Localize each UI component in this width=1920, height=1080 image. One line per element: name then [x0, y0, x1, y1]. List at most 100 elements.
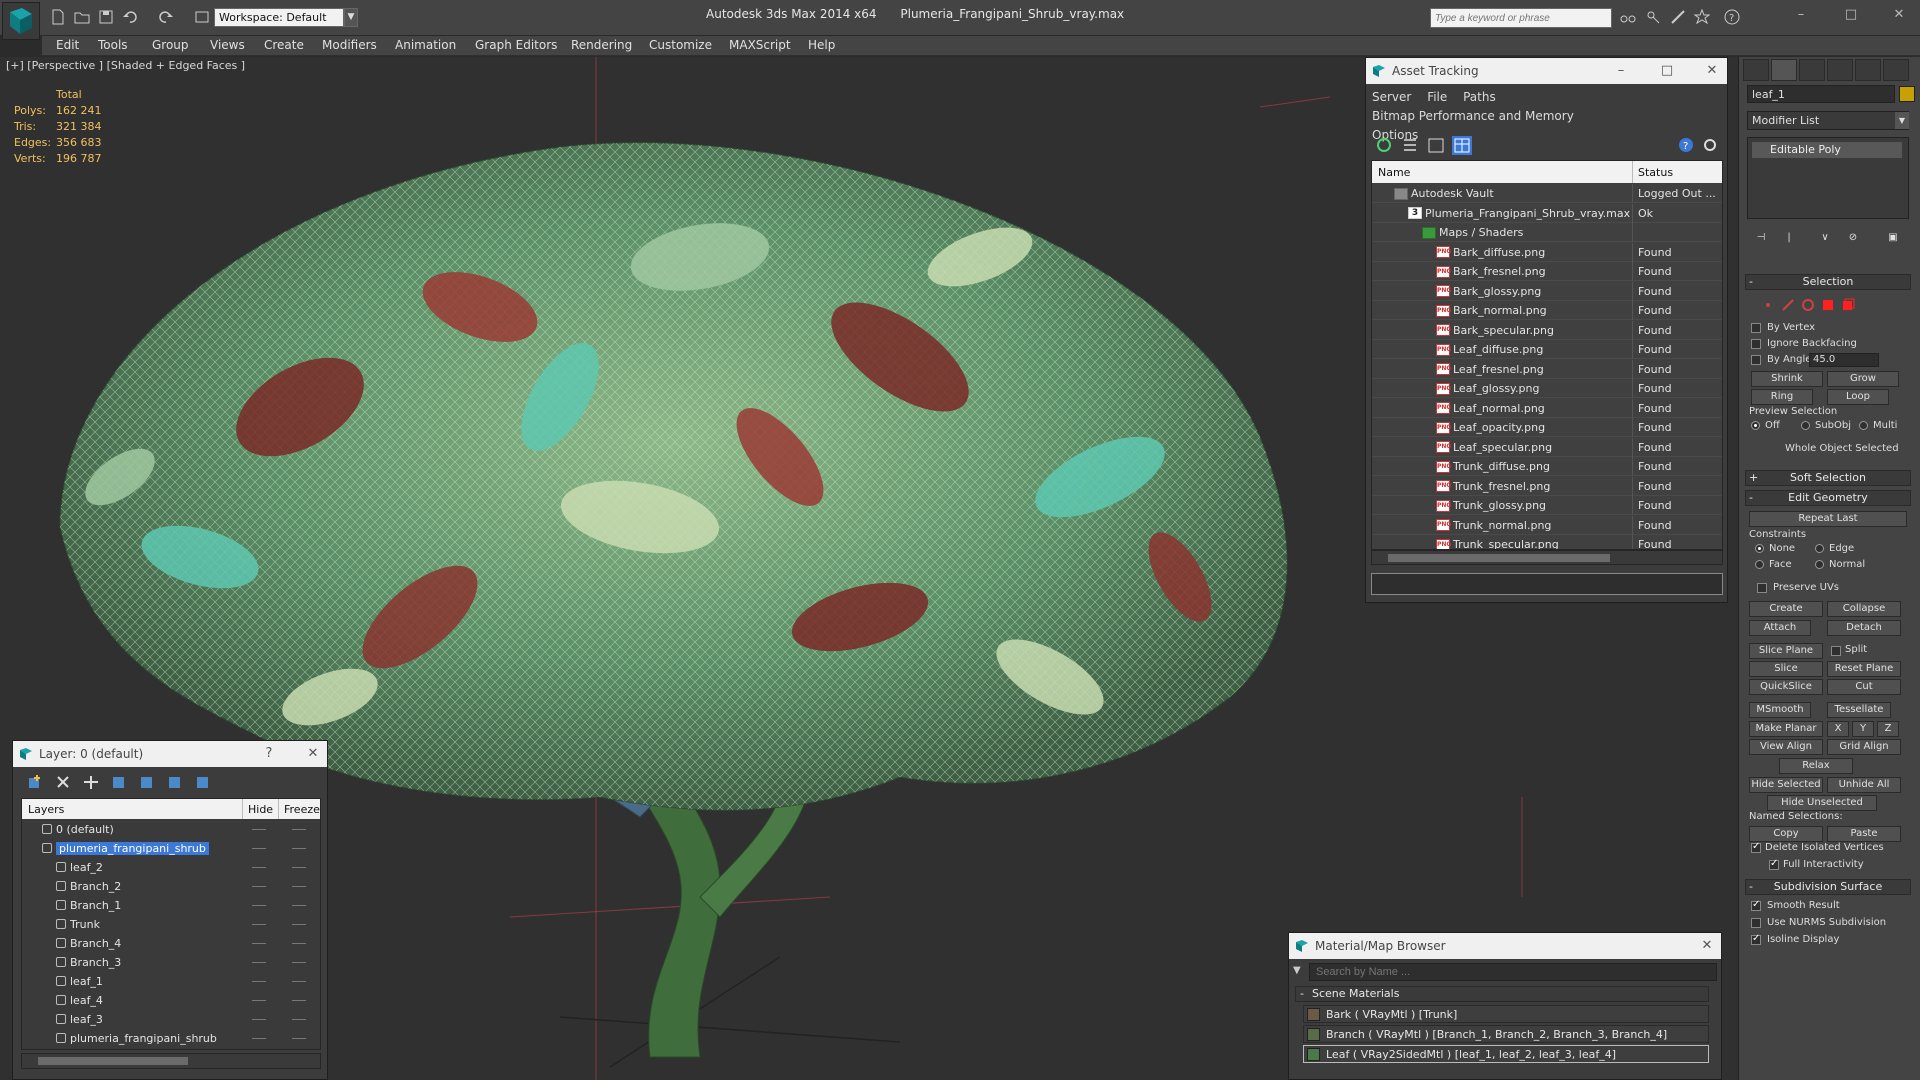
chevron-down-icon[interactable]: ▼ [1293, 965, 1305, 977]
relax-button[interactable]: Relax [1779, 758, 1853, 774]
stack-item-editable-poly[interactable]: Editable Poly [1752, 142, 1902, 158]
asset-row[interactable]: PNG Leaf_opacity.png Found [1372, 418, 1722, 437]
menu-group[interactable]: Group [152, 38, 189, 52]
redo-icon[interactable] [158, 9, 174, 25]
freeze-toggle[interactable] [292, 848, 306, 849]
preview-subobj-radio[interactable] [1801, 421, 1810, 430]
asset-menu-server[interactable]: Server [1372, 90, 1411, 104]
reset-plane-button[interactable]: Reset Plane [1827, 661, 1901, 677]
object-row[interactable]: Branch_4 [22, 934, 320, 953]
hide-toggle[interactable] [252, 943, 266, 944]
isoline-display-checkbox[interactable] [1751, 933, 1761, 945]
settings-icon[interactable] [1700, 136, 1720, 155]
chevron-down-icon[interactable]: ▼ [344, 8, 358, 27]
grow-button[interactable]: Grow [1827, 371, 1899, 387]
star-icon[interactable] [1694, 9, 1710, 25]
hide-toggle[interactable] [252, 1019, 266, 1020]
asset-row[interactable]: PNG Trunk_normal.png Found [1372, 515, 1722, 535]
element-mode-icon[interactable] [1841, 298, 1855, 312]
constraint-face-radio[interactable] [1755, 560, 1764, 569]
close-icon[interactable]: ✕ [303, 744, 323, 764]
menu-edit[interactable]: Edit [56, 38, 79, 52]
paste-button[interactable]: Paste [1827, 826, 1901, 842]
show-end-result-icon[interactable]: | [1779, 231, 1799, 245]
asset-row[interactable]: PNG Bark_diffuse.png Found [1372, 242, 1722, 262]
edge-mode-icon[interactable] [1781, 298, 1795, 312]
angle-spinner[interactable]: 45.0 [1809, 353, 1879, 367]
constraint-normal-radio[interactable] [1815, 560, 1824, 569]
menu-maxscript[interactable]: MAXScript [729, 38, 791, 52]
shrink-button[interactable]: Shrink [1751, 371, 1823, 387]
asset-row[interactable]: PNG Leaf_glossy.png Found [1372, 379, 1722, 398]
hide-toggle[interactable] [252, 962, 266, 963]
repeat-last-button[interactable]: Repeat Last [1749, 511, 1907, 527]
soft-selection-rollout[interactable]: + Soft Selection [1745, 470, 1911, 486]
cut-button[interactable]: Cut [1827, 679, 1901, 695]
preview-multi-radio[interactable] [1859, 421, 1868, 430]
material-browser-title-bar[interactable]: Material/Map Browser ✕ [1289, 933, 1721, 959]
open-folder-icon[interactable] [74, 9, 90, 25]
planar-z-button[interactable]: Z [1877, 721, 1899, 737]
object-color-swatch[interactable] [1899, 86, 1915, 102]
close-icon[interactable]: ✕ [1697, 936, 1717, 956]
object-row[interactable]: Trunk [22, 915, 320, 934]
polygon-mode-icon[interactable] [1821, 298, 1835, 312]
asset-row[interactable]: PNG Trunk_diffuse.png Found [1372, 457, 1722, 476]
make-planar-button[interactable]: Make Planar [1749, 721, 1823, 737]
motion-tab-icon[interactable] [1827, 59, 1853, 81]
freeze-toggle[interactable] [292, 924, 306, 925]
asset-row[interactable]: PNG Leaf_diffuse.png Found [1372, 340, 1722, 359]
use-nurms-checkbox[interactable] [1751, 918, 1761, 928]
hide-toggle[interactable] [252, 886, 266, 887]
planar-x-button[interactable]: X [1827, 721, 1849, 737]
layer-panel-title-bar[interactable]: Layer: 0 (default) ? ✕ [13, 741, 327, 767]
freeze-toggle[interactable] [292, 1000, 306, 1001]
scrollbar-thumb[interactable] [1388, 554, 1610, 562]
view-align-button[interactable]: View Align [1749, 739, 1823, 755]
asset-row[interactable]: PNG Bark_fresnel.png Found [1372, 262, 1722, 281]
maximize-icon[interactable]: □ [1657, 61, 1677, 81]
material-item[interactable]: Leaf ( VRay2SidedMtl ) [leaf_1, leaf_2, … [1303, 1045, 1709, 1063]
quickslice-button[interactable]: QuickSlice [1749, 679, 1823, 695]
close-icon[interactable]: ✕ [1702, 61, 1722, 81]
asset-tracking-title-bar[interactable]: Asset Tracking – □ ✕ [1366, 58, 1727, 84]
object-row[interactable]: Branch_3 [22, 953, 320, 972]
workspace-select[interactable]: Workspace: Default [214, 8, 344, 27]
app-logo-icon[interactable] [2, 2, 40, 40]
communication-center-icon[interactable] [1670, 9, 1686, 25]
menu-modifiers[interactable]: Modifiers [322, 38, 377, 52]
delete-isolated-checkbox[interactable] [1751, 841, 1761, 853]
material-item[interactable]: Bark ( VRayMtl ) [Trunk] [1303, 1005, 1709, 1023]
menu-animation[interactable]: Animation [395, 38, 456, 52]
object-row[interactable]: leaf_2 [22, 858, 320, 877]
object-name-field[interactable]: leaf_1 [1747, 85, 1895, 103]
by-angle-checkbox[interactable] [1751, 355, 1761, 365]
create-tab-icon[interactable] [1743, 59, 1769, 81]
asset-row[interactable]: PNG Trunk_specular.png Found [1372, 535, 1722, 549]
msmooth-button[interactable]: MSmooth [1749, 702, 1811, 718]
asset-row[interactable]: 3 Plumeria_Frangipani_Shrub_vray.max Ok [1372, 203, 1722, 223]
layer-row[interactable]: 0 (default) [22, 820, 320, 839]
slice-plane-button[interactable]: Slice Plane [1749, 643, 1823, 659]
scrollbar-thumb[interactable] [38, 1057, 188, 1065]
table-view-icon[interactable] [1452, 136, 1472, 155]
create-button[interactable]: Create [1749, 601, 1823, 617]
menu-views[interactable]: Views [210, 38, 245, 52]
column-freeze[interactable]: Freeze [284, 803, 320, 816]
grid-align-button[interactable]: Grid Align [1827, 739, 1901, 755]
binoculars-icon[interactable] [1620, 9, 1636, 25]
hide-toggle[interactable] [252, 829, 266, 830]
chevron-down-icon[interactable]: ▼ [1895, 112, 1909, 129]
hide-toggle[interactable] [252, 981, 266, 982]
hide-toggle[interactable] [252, 848, 266, 849]
asset-row[interactable]: PNG Bark_glossy.png Found [1372, 281, 1722, 301]
highlight-layer-icon[interactable] [137, 773, 157, 792]
ring-button[interactable]: Ring [1751, 389, 1813, 405]
menu-help[interactable]: Help [808, 38, 835, 52]
modifier-list-dropdown[interactable]: Modifier List [1747, 111, 1909, 130]
preserve-uvs-checkbox[interactable] [1757, 583, 1767, 593]
display-tab-icon[interactable] [1855, 59, 1881, 81]
column-layers[interactable]: Layers [28, 803, 64, 816]
menu-create[interactable]: Create [264, 38, 304, 52]
detach-button[interactable]: Detach [1827, 620, 1901, 636]
